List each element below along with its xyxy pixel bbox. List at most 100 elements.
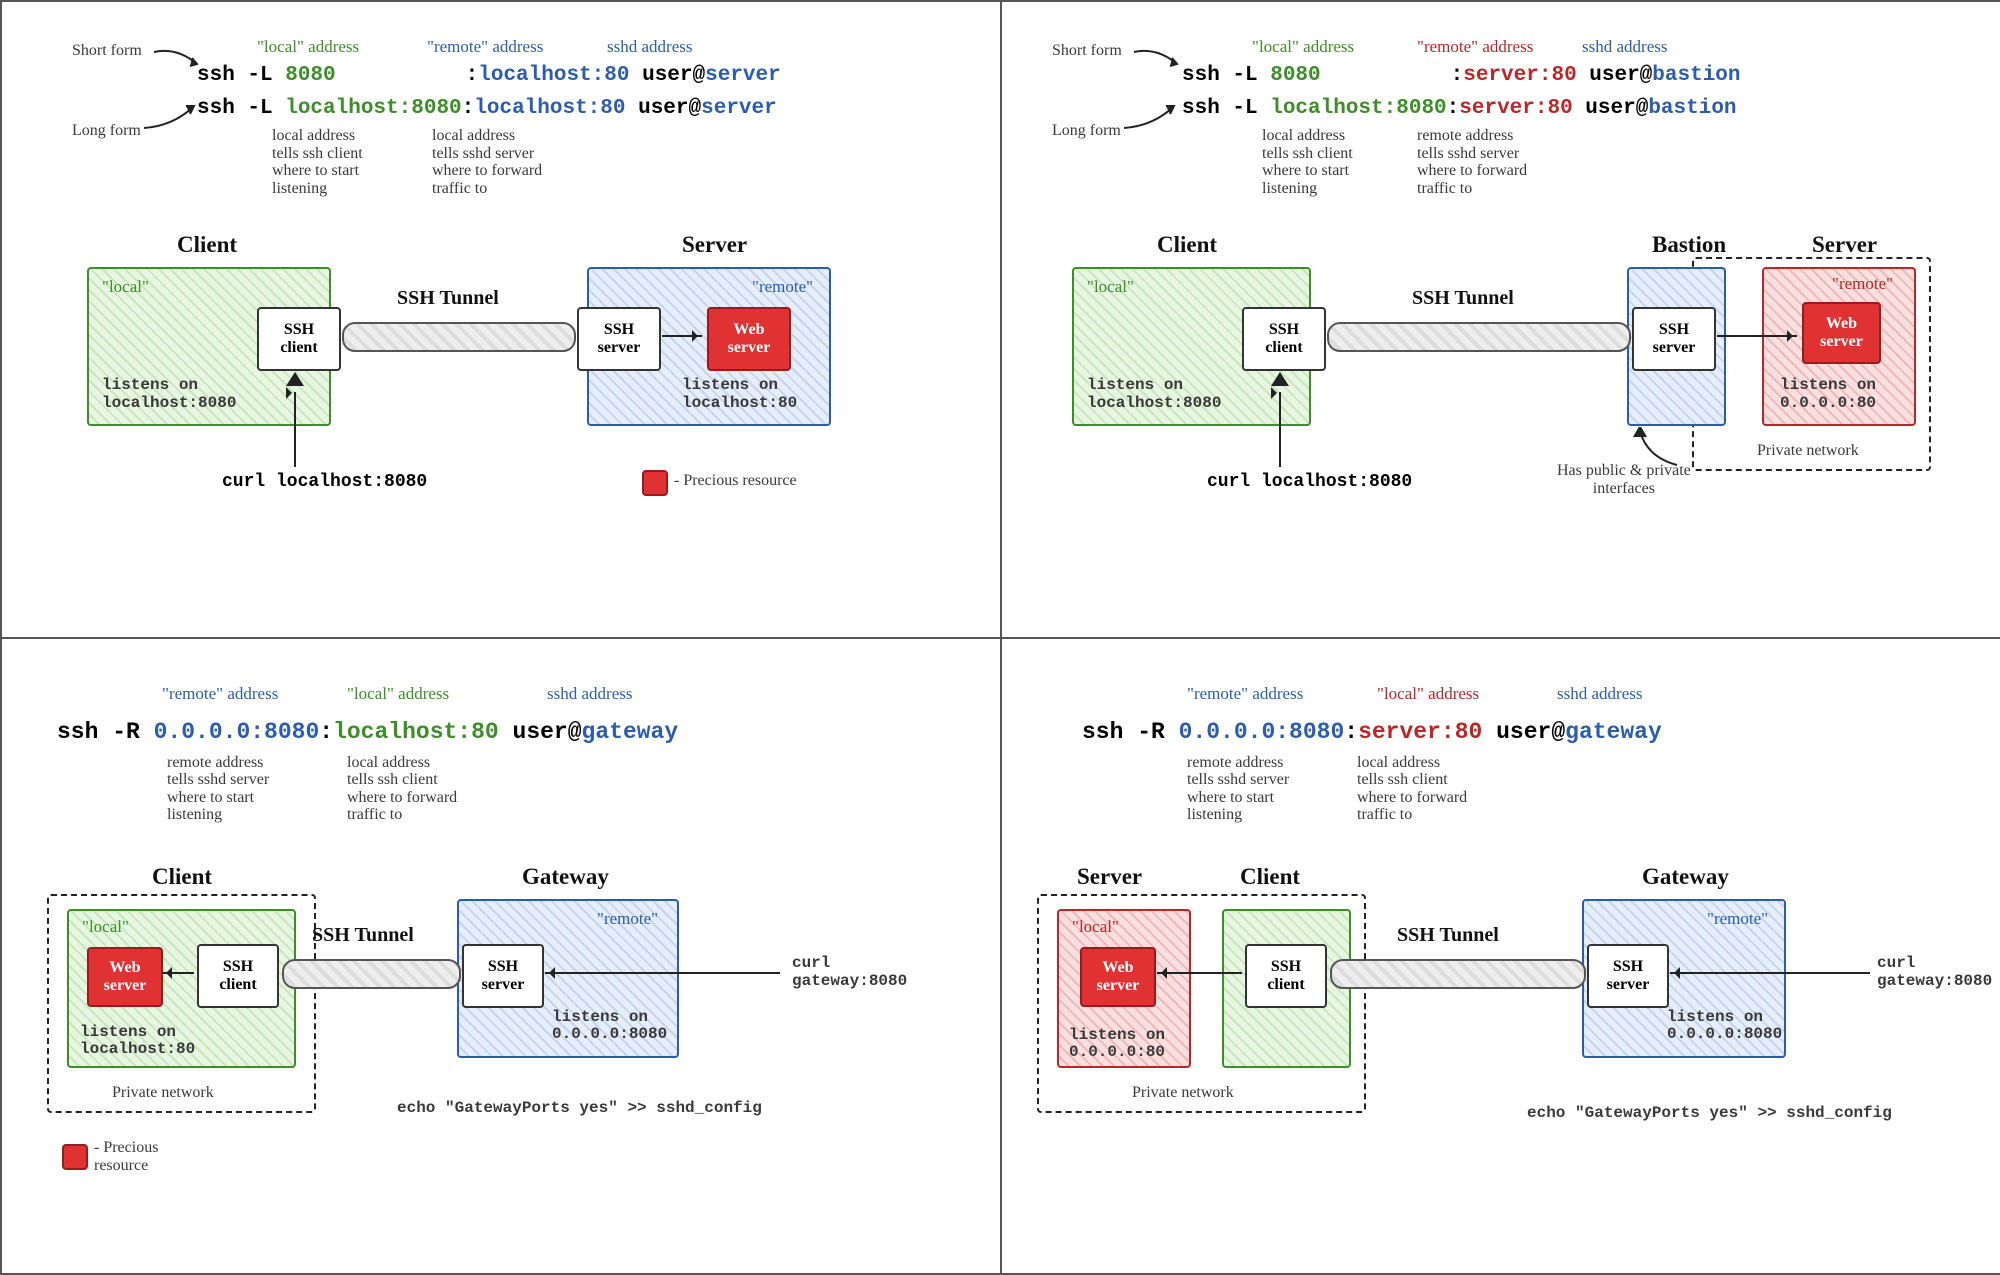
server-title: Server [1077, 864, 1142, 890]
server-title: Server [682, 232, 747, 258]
note-local: local address tells ssh client where to … [1262, 127, 1353, 197]
arrow-bastion-note [1632, 427, 1687, 467]
tunnel-label: SSH Tunnel [1397, 924, 1499, 947]
header-sshd-address: sshd address [607, 37, 692, 57]
client-title: Client [152, 864, 212, 890]
server-title: Server [1812, 232, 1877, 258]
arrow-to-web [162, 972, 194, 974]
note-local: local address tells ssh client where to … [272, 127, 363, 197]
remote-tag: "remote" [1707, 909, 1768, 929]
curl-arrow-head [1271, 372, 1289, 394]
header-local-address: "local" address [347, 684, 449, 704]
ssh-server-box: SSH server [1632, 307, 1716, 371]
arrow-short-form [1132, 42, 1182, 72]
ssh-client-box: SSH client [1242, 307, 1326, 371]
arrow-short-form [152, 42, 202, 72]
curl-arrow-line [294, 392, 296, 467]
client-listens: listens on localhost:80 [80, 1024, 195, 1059]
panel-local-forward-simple: Short form Long form "local" address "re… [1, 1, 1001, 638]
header-remote-address: "remote" address [1417, 37, 1533, 57]
tunnel-label: SSH Tunnel [1412, 287, 1514, 310]
label-long-form: Long form [1052, 122, 1121, 140]
arrow-to-web [662, 335, 702, 337]
cmd-long: ssh -L localhost:8080:server:80 user@bas… [1182, 97, 1737, 120]
header-remote-address: "remote" address [162, 684, 278, 704]
cmd-long: ssh -L localhost:8080:localhost:80 user@… [197, 97, 777, 120]
cmd: ssh -R 0.0.0.0:8080:localhost:80 user@ga… [57, 719, 678, 745]
note-remote: remote address tells sshd server where t… [167, 754, 269, 824]
legend-swatch [642, 470, 668, 496]
bastion-title: Bastion [1652, 232, 1726, 258]
arrow-long-form [1122, 102, 1182, 132]
label-short-form: Short form [1052, 42, 1122, 60]
remote-tag: "remote" [1832, 274, 1893, 294]
curl-cmd: curl gateway:8080 [1877, 954, 1992, 991]
client-title: Client [1240, 864, 1300, 890]
ssh-client-box: SSH client [197, 944, 279, 1008]
ssh-client-box: SSH client [257, 307, 341, 371]
web-server-box: Web server [87, 947, 163, 1007]
private-network-label: Private network [112, 1084, 214, 1102]
label-long-form: Long form [72, 122, 141, 140]
local-tag: "local" [1072, 917, 1119, 937]
private-network-label: Private network [1132, 1084, 1234, 1102]
arrow-curl [545, 972, 780, 974]
gateway-title: Gateway [1642, 864, 1729, 890]
server-listens: listens on 0.0.0.0:80 [1069, 1027, 1165, 1062]
client-title: Client [177, 232, 237, 258]
local-tag: "local" [1087, 277, 1134, 297]
cmd-short: ssh -L 8080:localhost:80 user@server [197, 64, 781, 87]
ssh-tunnel [282, 959, 461, 989]
server-listens: listens on 0.0.0.0:80 [1780, 377, 1876, 412]
note-remote: remote address tells sshd server where t… [1417, 127, 1527, 197]
cmd: ssh -R 0.0.0.0:8080:server:80 user@gatew… [1082, 719, 1662, 745]
gateway-config: echo "GatewayPorts yes" >> sshd_config [397, 1099, 762, 1117]
header-remote-address: "remote" address [427, 37, 543, 57]
remote-tag: "remote" [752, 277, 813, 297]
ssh-tunnel [1330, 959, 1586, 989]
arrow-to-web [1157, 972, 1242, 974]
ssh-tunnel [1327, 322, 1631, 352]
legend-text: - Precious resource [674, 472, 797, 490]
gateway-listens: listens on 0.0.0.0:8080 [552, 1009, 667, 1044]
ssh-client-box: SSH client [1245, 944, 1327, 1008]
web-server-box: Web server [707, 307, 791, 371]
legend-swatch [62, 1144, 88, 1170]
panel-remote-forward-simple: "remote" address "local" address sshd ad… [1, 638, 1001, 1275]
ssh-server-box: SSH server [1587, 944, 1669, 1008]
header-sshd-address: sshd address [1557, 684, 1642, 704]
header-local-address: "local" address [1252, 37, 1354, 57]
header-sshd-address: sshd address [547, 684, 632, 704]
web-server-box: Web server [1802, 302, 1881, 364]
tunnel-label: SSH Tunnel [397, 287, 499, 310]
private-network-label: Private network [1757, 442, 1859, 460]
bastion-note: Has public & private interfaces [1557, 462, 1691, 497]
local-tag: "local" [82, 917, 129, 937]
ssh-server-box: SSH server [462, 944, 544, 1008]
gateway-title: Gateway [522, 864, 609, 890]
curl-cmd: curl localhost:8080 [222, 472, 427, 492]
ssh-tunnel [342, 322, 576, 352]
note-remote: remote address tells sshd server where t… [1187, 754, 1289, 824]
panel-remote-forward-server: "remote" address "local" address sshd ad… [1001, 638, 2000, 1275]
header-remote-address: "remote" address [1187, 684, 1303, 704]
cmd-short: ssh -L 8080:server:80 user@bastion [1182, 64, 1741, 87]
header-sshd-address: sshd address [1582, 37, 1667, 57]
curl-cmd: curl gateway:8080 [792, 954, 907, 991]
arrow-curl [1670, 972, 1870, 974]
curl-arrow-line [1279, 392, 1281, 467]
legend-text: - Precious resource [94, 1139, 158, 1175]
header-local-address: "local" address [257, 37, 359, 57]
panel-local-forward-bastion: Short form Long form "local" address "re… [1001, 1, 2000, 638]
header-local-address: "local" address [1377, 684, 1479, 704]
tunnel-label: SSH Tunnel [312, 924, 414, 947]
label-short-form: Short form [72, 42, 142, 60]
arrow-long-form [142, 102, 202, 132]
note-local: local address tells ssh client where to … [1357, 754, 1467, 824]
curl-cmd: curl localhost:8080 [1207, 472, 1412, 492]
local-tag: "local" [102, 277, 149, 297]
arrow-to-web [1717, 335, 1797, 337]
remote-tag: "remote" [597, 909, 658, 929]
gateway-config: echo "GatewayPorts yes" >> sshd_config [1527, 1104, 1892, 1122]
note-remote: local address tells sshd server where to… [432, 127, 542, 197]
